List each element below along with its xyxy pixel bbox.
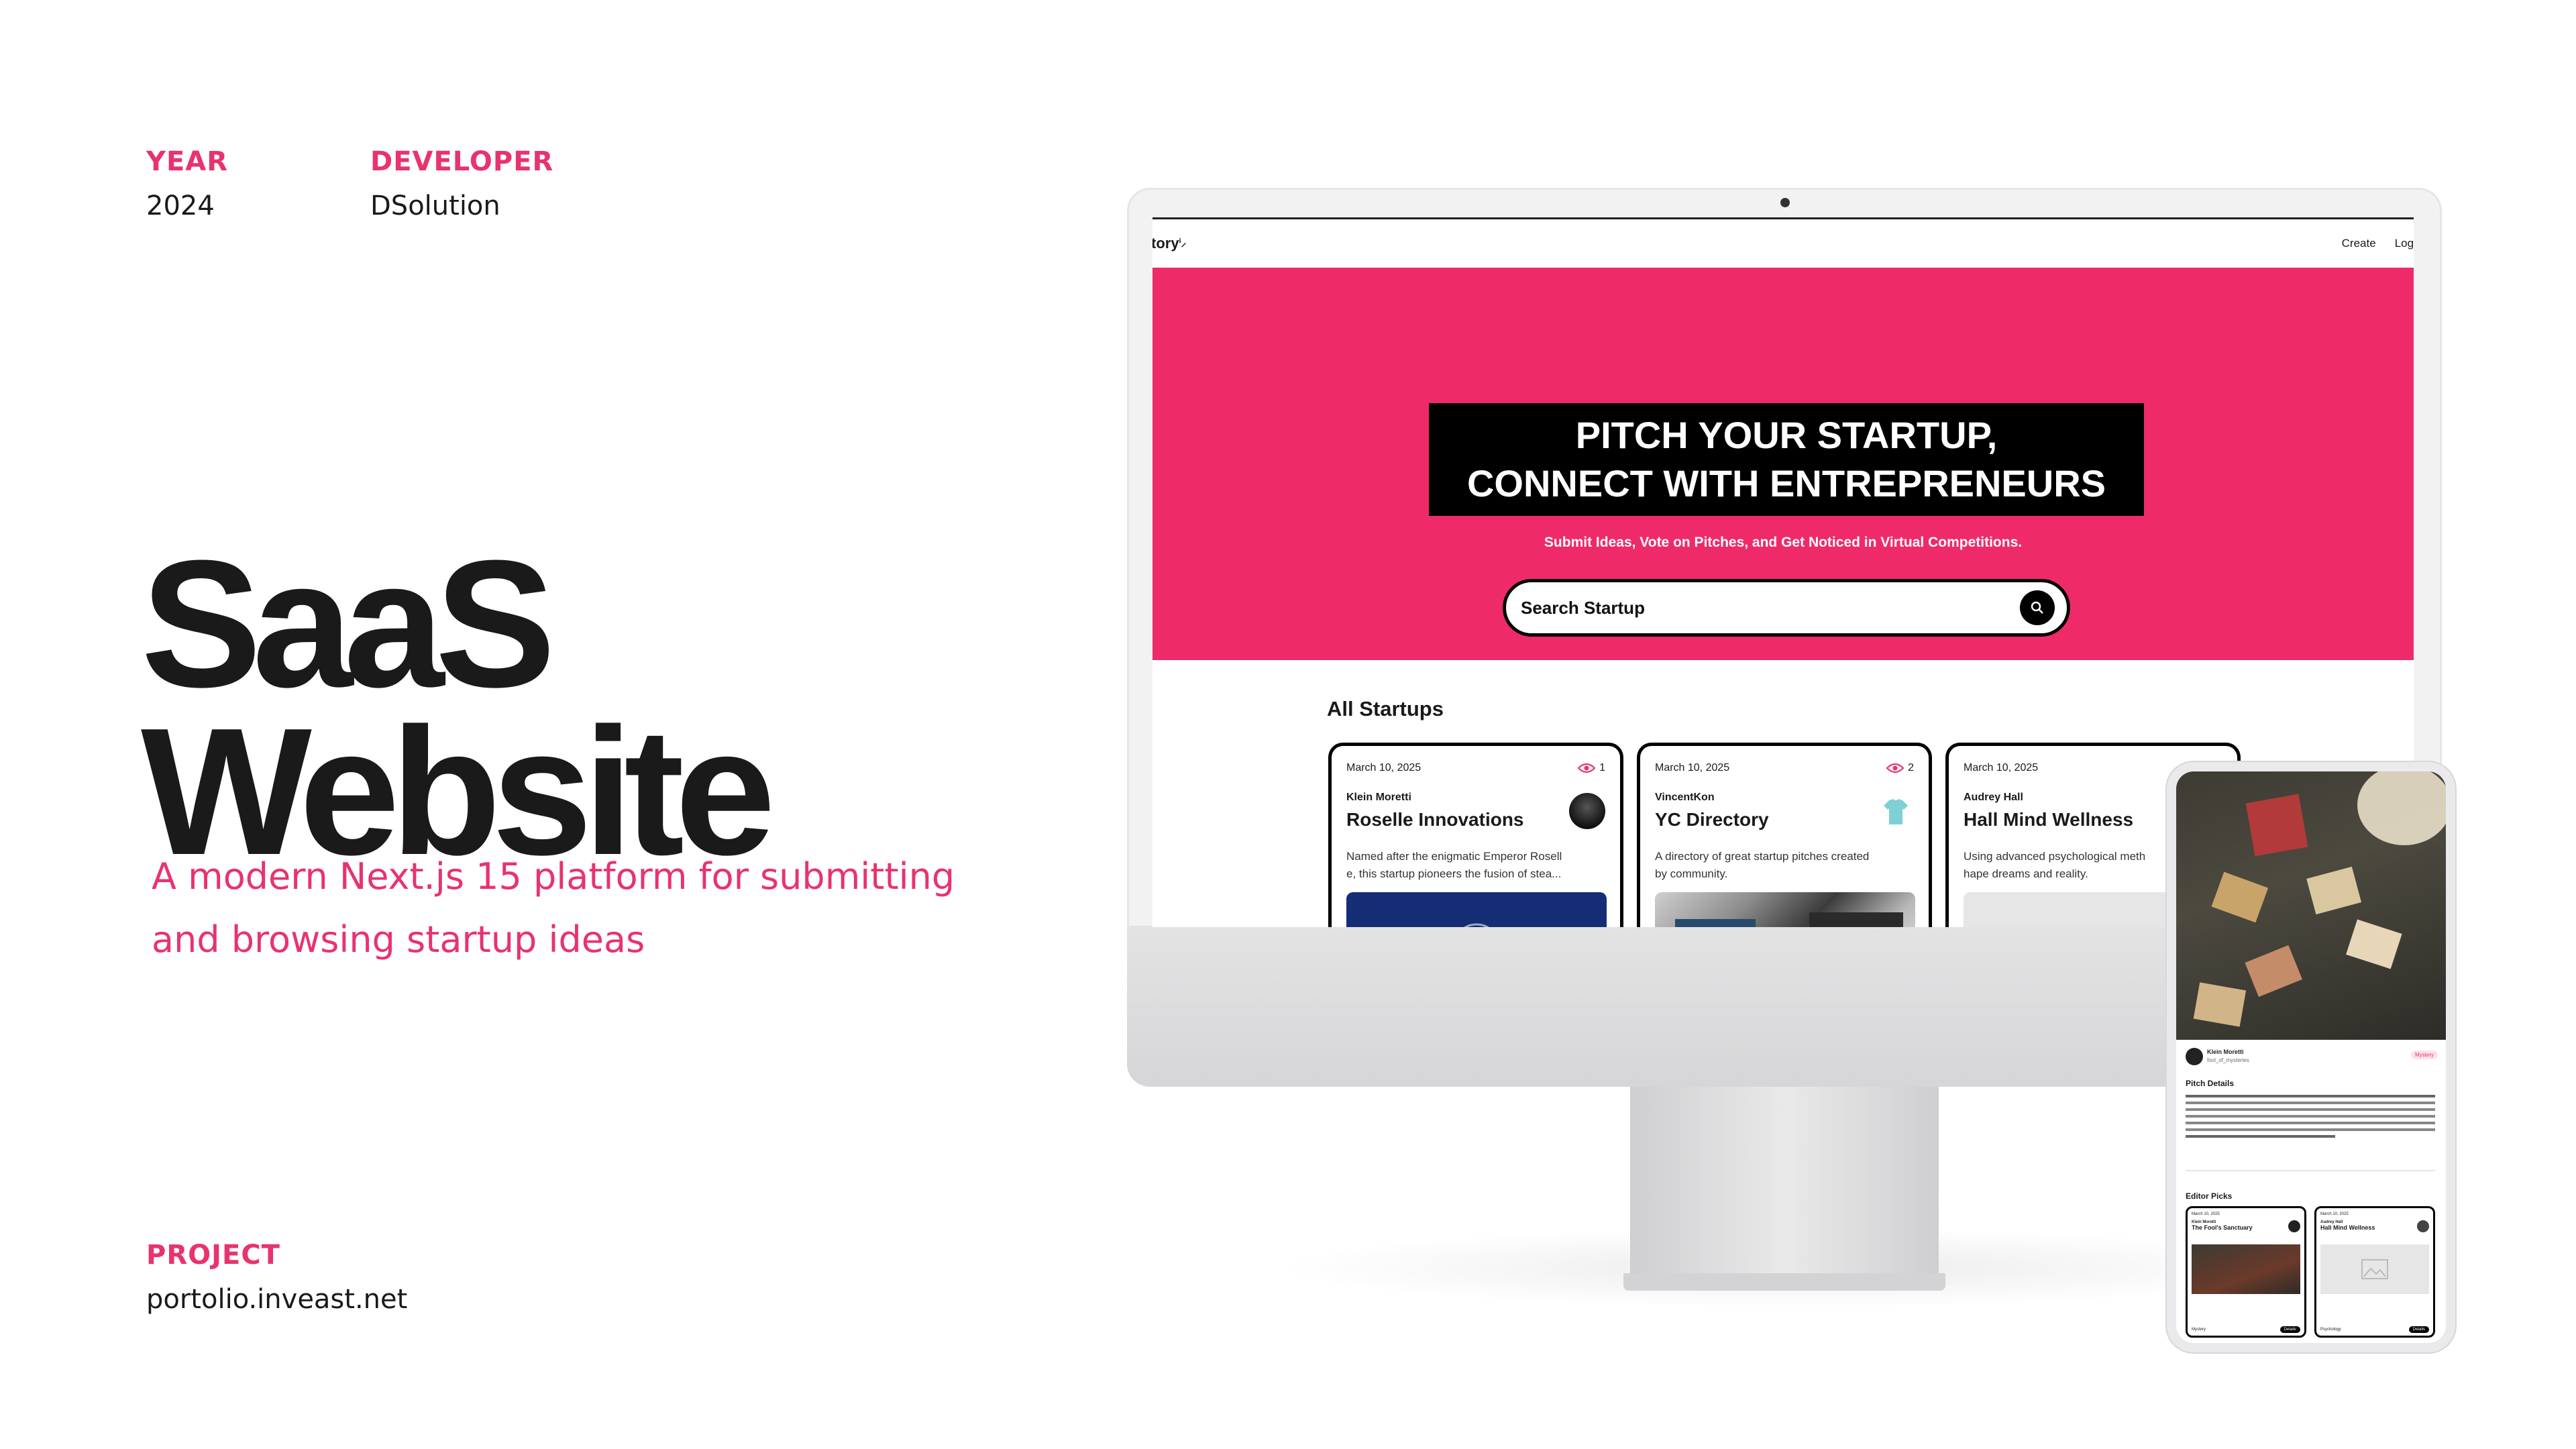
tarot-cards-photo-icon (2193, 771, 2446, 1027)
pitch-handle: fool_of_mysteries (2207, 1057, 2249, 1063)
laptop-photo-icon (1675, 912, 1903, 927)
card-views: 1 (1578, 762, 1605, 774)
card-date: March 10, 2025 (1655, 762, 1730, 773)
shirt-icon (1884, 799, 1908, 824)
card-description: A directory of great startup pitches cre… (1655, 850, 1870, 880)
search-input[interactable] (1521, 597, 1990, 619)
card-title[interactable]: Hall Mind Wellness (1964, 809, 2133, 830)
details-button[interactable]: Details (2279, 1326, 2300, 1333)
card-title[interactable]: YC Directory (1655, 809, 1769, 830)
card-views: 2 (1886, 762, 1914, 774)
year-label: YEAR (146, 146, 229, 177)
pitch-body-text (2186, 1092, 2435, 1152)
year-value: 2024 (146, 191, 215, 221)
editor-pick-card[interactable]: March 10, 2025 Audrey Hall Hall Mind Wel… (2314, 1206, 2435, 1338)
search-form (1503, 579, 2070, 637)
card-image (2192, 1244, 2300, 1294)
details-button[interactable]: Details (2408, 1326, 2429, 1333)
hero-section: PITCH YOUR STARTUP, CONNECT WITH ENTREPR… (1152, 268, 2414, 660)
editor-picks-title: Editor Picks (2186, 1191, 2233, 1201)
phone-mockup: Klein Moretti fool_of_mysteries Mystery … (2167, 762, 2455, 1352)
desktop-navbar: toryⁱ⸝ Create Log O (1152, 219, 2414, 268)
avatar[interactable] (1569, 793, 1605, 829)
pitch-details-title: Pitch Details (2186, 1079, 2235, 1088)
imac-stand (1630, 1087, 1939, 1275)
divider (2186, 1170, 2435, 1171)
category-badge[interactable]: Mystery (2411, 1051, 2438, 1059)
card-author[interactable]: Audrey Hall (1964, 792, 2023, 804)
card-author[interactable]: VincentKon (1655, 792, 1715, 804)
all-startups-title: All Startups (1327, 697, 1444, 720)
search-icon (2031, 601, 2043, 614)
startup-card[interactable]: March 10, 2025 1 Klein Moretti Roselle I… (1328, 743, 1623, 927)
nav-logout-link[interactable]: Log O (2395, 237, 2414, 250)
project-link[interactable]: portolio.inveast.net (146, 1284, 407, 1315)
avatar[interactable] (2186, 1048, 2203, 1065)
avatar[interactable] (1878, 793, 1914, 829)
startup-card[interactable]: March 10, 2025 2 VincentKon YC Directory… (1637, 743, 1932, 927)
developer-value: DSolution (370, 191, 500, 221)
editor-pick-card[interactable]: March 10, 2025 Klein Moretti The Fool's … (2186, 1206, 2306, 1338)
title-line-1: SaaS (141, 523, 555, 725)
avatar (2417, 1220, 2429, 1232)
eye-icon (1886, 763, 1904, 773)
imac-stand-foot (1623, 1273, 1945, 1291)
developer-label: DEVELOPER (370, 146, 554, 177)
pitch-cover-image (2176, 771, 2446, 1040)
nav-create-link[interactable]: Create (2342, 237, 2376, 250)
card-date: March 10, 2025 (1346, 762, 1421, 773)
card-author[interactable]: Klein Moretti (1346, 792, 1411, 804)
image-placeholder-icon (2361, 1259, 2388, 1279)
card-image[interactable] (1655, 892, 1915, 927)
pitch-author[interactable]: Klein Moretti (2207, 1048, 2244, 1056)
camera-icon (1780, 198, 1790, 207)
eye-icon (1578, 763, 1596, 773)
hero-tagline: Submit Ideas, Vote on Pitches, and Get N… (1544, 535, 2023, 550)
card-image-placeholder (2320, 1244, 2429, 1294)
subtitle-line-2: and browsing startup ideas (152, 918, 645, 961)
subtitle-line-1: A modern Next.js 15 platform for submitt… (152, 855, 955, 898)
card-description: Named after the enigmatic Emperor Rosell… (1346, 850, 1562, 880)
search-button[interactable] (2020, 590, 2055, 625)
card-image[interactable] (1346, 892, 1607, 927)
logo-graphic-icon (1464, 923, 1489, 927)
avatar (2288, 1220, 2300, 1232)
card-title[interactable]: Roselle Innovations (1346, 809, 1524, 830)
hero-heading: PITCH YOUR STARTUP, CONNECT WITH ENTREPR… (1429, 403, 2144, 516)
project-label: PROJECT (146, 1240, 280, 1271)
site-logo[interactable]: toryⁱ⸝ (1152, 235, 1186, 252)
